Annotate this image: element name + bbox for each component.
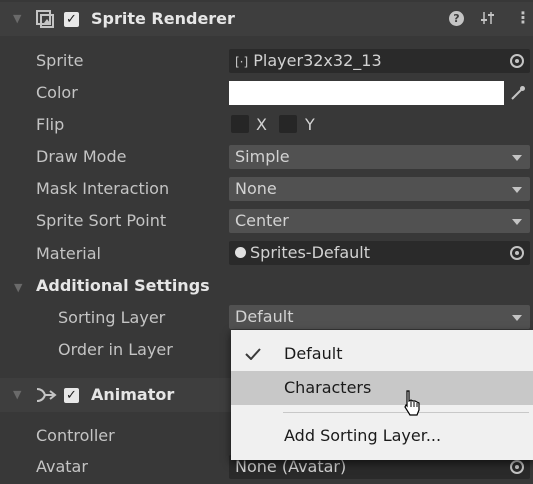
object-picker-icon[interactable] — [510, 246, 524, 260]
help-icon[interactable]: ? — [449, 11, 464, 26]
menu-item-default[interactable]: Default — [231, 337, 533, 371]
order-in-layer-label: Order in Layer — [58, 340, 173, 359]
object-picker-icon[interactable] — [510, 460, 524, 474]
dropdown-arrow-icon — [512, 315, 522, 321]
component-title: Animator — [91, 385, 175, 404]
eyedropper-icon[interactable] — [509, 84, 527, 102]
draw-mode-value: Simple — [235, 147, 290, 166]
dropdown-arrow-icon — [512, 187, 522, 193]
sprite-field[interactable]: [·] Player32x32_13 — [229, 49, 530, 73]
menu-item-add-sorting-layer[interactable]: Add Sorting Layer... — [231, 419, 533, 453]
mask-interaction-dropdown[interactable]: None — [229, 177, 530, 201]
foldout-arrow-icon[interactable]: ▼ — [14, 281, 22, 294]
animator-icon — [36, 388, 57, 402]
material-icon — [235, 247, 246, 258]
draw-mode-label: Draw Mode — [36, 147, 127, 166]
mask-interaction-value: None — [235, 179, 277, 198]
sprite-sort-point-dropdown[interactable]: Center — [229, 209, 530, 233]
sprite-label: Sprite — [36, 51, 84, 70]
menu-item-label: Add Sorting Layer... — [284, 426, 442, 445]
material-field[interactable]: Sprites-Default — [229, 241, 530, 265]
flip-label: Flip — [36, 115, 65, 134]
mouse-cursor-icon — [404, 390, 420, 416]
sorting-layer-value: Default — [235, 307, 294, 326]
menu-item-label: Default — [284, 344, 343, 363]
menu-item-label: Characters — [284, 378, 372, 397]
animator-enabled-checkbox[interactable]: ✓ — [64, 388, 79, 403]
color-label: Color — [36, 83, 78, 102]
controller-label: Controller — [36, 426, 115, 445]
dropdown-arrow-icon — [512, 155, 522, 161]
dropdown-arrow-icon — [512, 219, 522, 225]
sprite-sort-point-label: Sprite Sort Point — [36, 211, 167, 230]
flip-y-checkbox[interactable] — [279, 115, 297, 133]
sorting-layer-menu: Default Characters Add Sorting Layer... — [231, 330, 533, 460]
collapse-arrow-icon[interactable]: ▼ — [13, 388, 21, 401]
flip-x-label: X — [256, 115, 267, 134]
avatar-label: Avatar — [36, 457, 88, 476]
additional-settings-foldout[interactable]: Additional Settings — [36, 276, 210, 295]
object-picker-icon[interactable] — [510, 54, 524, 68]
sorting-layer-dropdown[interactable]: Default — [229, 305, 530, 329]
collapse-arrow-icon[interactable]: ▼ — [13, 12, 21, 25]
sorting-layer-label: Sorting Layer — [58, 308, 166, 327]
component-title: Sprite Renderer — [91, 9, 235, 28]
sprite-asset-icon: [·] — [235, 55, 249, 69]
sprite-renderer-icon — [36, 10, 54, 28]
menu-item-characters[interactable]: Characters — [231, 371, 533, 405]
mask-interaction-label: Mask Interaction — [36, 179, 170, 198]
sprite-sort-point-value: Center — [235, 211, 289, 230]
material-value: Sprites-Default — [250, 243, 371, 262]
checkmark-icon — [245, 348, 261, 360]
material-label: Material — [36, 244, 101, 263]
flip-y-label: Y — [305, 115, 315, 134]
more-options-icon[interactable]: ⋮ — [515, 8, 531, 27]
sprite-renderer-enabled-checkbox[interactable]: ✓ — [64, 12, 79, 27]
flip-x-checkbox[interactable] — [231, 115, 249, 133]
draw-mode-dropdown[interactable]: Simple — [229, 145, 530, 169]
presets-icon[interactable] — [480, 10, 496, 26]
sprite-renderer-header[interactable]: ▼ ✓ Sprite Renderer ? ⋮ — [0, 2, 533, 36]
sprite-value: Player32x32_13 — [253, 51, 382, 70]
color-swatch[interactable] — [229, 81, 504, 105]
